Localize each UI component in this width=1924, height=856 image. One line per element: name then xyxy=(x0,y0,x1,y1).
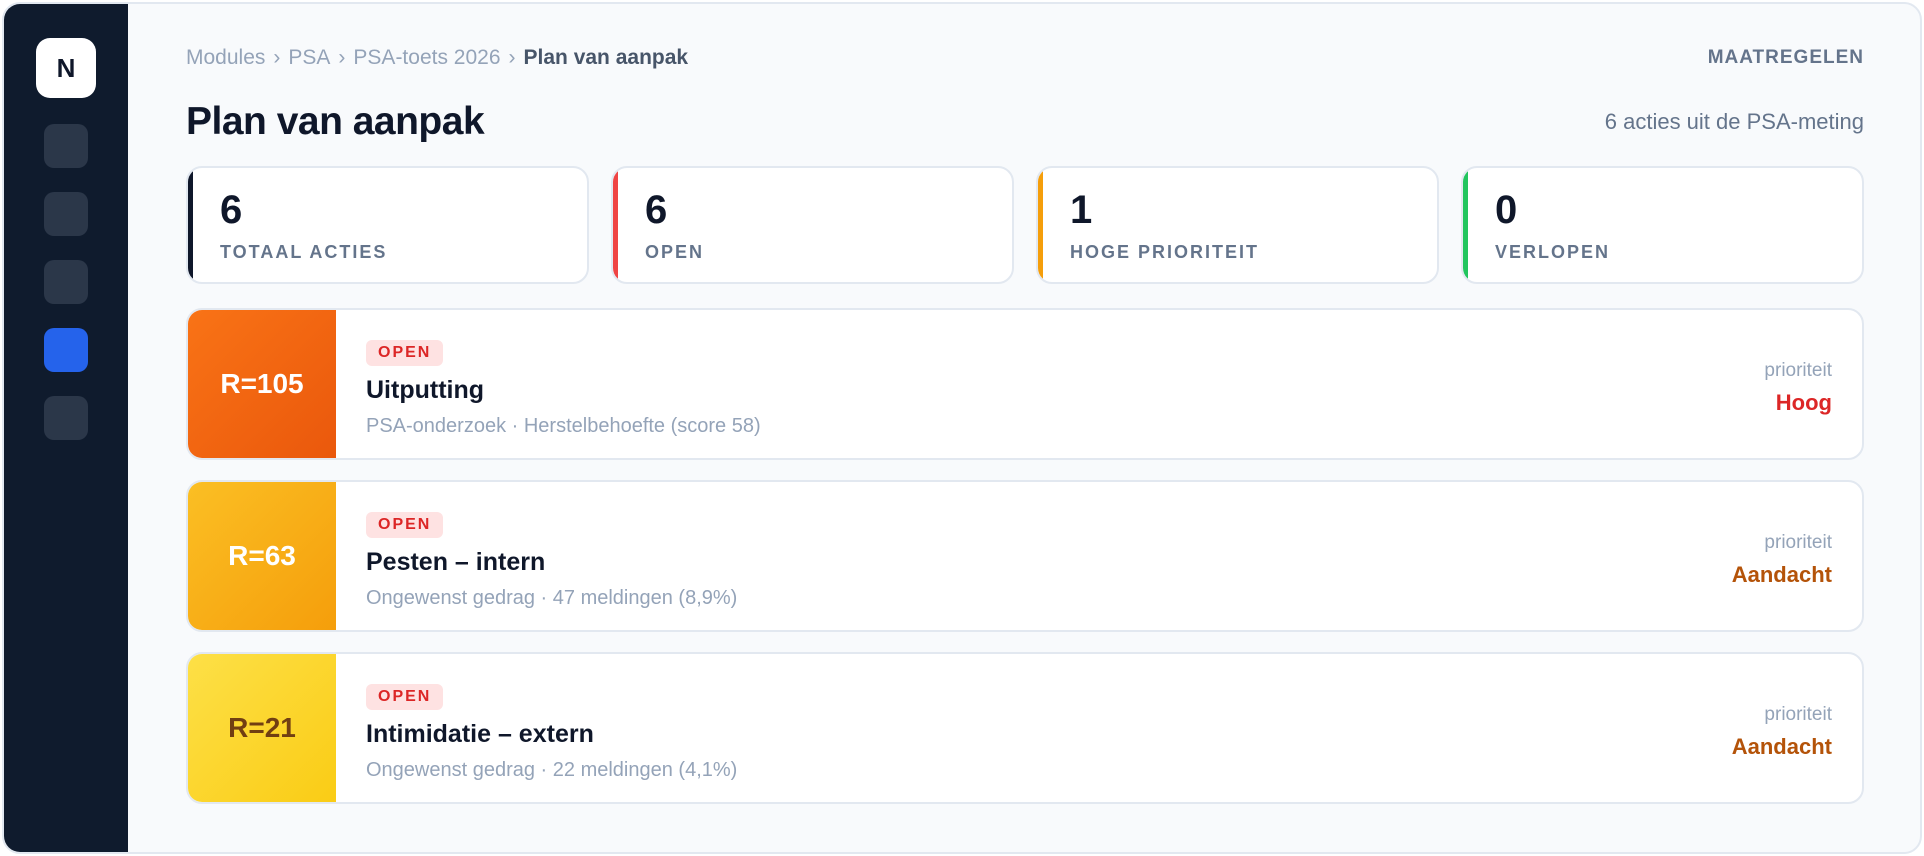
main-content: Modules › PSA › PSA-toets 2026 › Plan van aanp… xyxy=(128,4,1920,852)
sidebar-item-4[interactable] xyxy=(44,328,88,372)
topbar: Modules › PSA › PSA-toets 2026 › Plan van aanp… xyxy=(186,44,1864,72)
priority-label: prioriteit xyxy=(1764,704,1832,725)
action-meta: PSA-onderzoek · Herstelbehoefte (score 5… xyxy=(366,415,761,437)
action-body: OPEN Uitputting PSA-onderzoek · Herstelbeh… xyxy=(336,310,1642,458)
stat-card: 6 TOTAAL ACTIES xyxy=(186,166,589,284)
stat-accent-bar xyxy=(1463,168,1468,282)
action-body: OPEN Intimidatie – extern Ongewenst gedrag… xyxy=(336,654,1642,802)
page-title: Plan van aanpak xyxy=(186,100,485,143)
breadcrumb-link[interactable]: PSA-toets 2026 xyxy=(353,46,500,70)
stat-value: 6 xyxy=(220,188,243,232)
action-list: R=105 OPEN Uitputting PSA-onderzoek · Herst… xyxy=(186,308,1864,804)
risk-score-tile: R=105 xyxy=(188,310,336,458)
breadcrumb-link[interactable]: PSA xyxy=(288,46,330,70)
priority-label: prioriteit xyxy=(1764,360,1832,381)
stat-accent-bar xyxy=(613,168,618,282)
app-window: N Modules › PSA › PSA-toets 2026 › Plan van aa… xyxy=(2,2,1922,854)
breadcrumb-link[interactable]: Modules xyxy=(186,46,265,70)
action-meta: Ongewenst gedrag · 22 meldingen (4,1%) xyxy=(366,759,738,781)
action-body: OPEN Pesten – intern Ongewenst gedrag · 47… xyxy=(336,482,1642,630)
priority-value: Aandacht xyxy=(1731,734,1832,759)
sidebar: N xyxy=(4,4,128,852)
breadcrumb-separator: › xyxy=(508,46,516,69)
stat-card: 1 HOGE PRIORITEIT xyxy=(1036,166,1439,284)
action-item[interactable]: R=21 OPEN Intimidatie – extern Ongewenst ge… xyxy=(186,652,1864,804)
stat-label: TOTAAL ACTIES xyxy=(220,242,388,262)
action-title: Uitputting xyxy=(366,376,485,404)
action-item[interactable]: R=63 OPEN Pesten – intern Ongewenst gedrag … xyxy=(186,480,1864,632)
action-title: Pesten – intern xyxy=(366,548,546,576)
stat-label: HOGE PRIORITEIT xyxy=(1070,242,1260,262)
action-priority: prioriteit Hoog xyxy=(1642,310,1862,458)
page-subtitle: 6 acties uit de PSA-meting xyxy=(1604,109,1864,134)
priority-value: Aandacht xyxy=(1731,562,1832,587)
risk-score-tile: R=21 xyxy=(188,654,336,802)
stat-value: 6 xyxy=(645,188,668,232)
app-logo[interactable]: N xyxy=(36,38,96,98)
stat-card: 6 OPEN xyxy=(611,166,1014,284)
status-badge: OPEN xyxy=(366,512,444,538)
sidebar-item-3[interactable] xyxy=(44,260,88,304)
stat-label: VERLOPEN xyxy=(1495,242,1611,262)
action-priority: prioriteit Aandacht xyxy=(1642,654,1862,802)
breadcrumb-current: Plan van aanpak xyxy=(523,46,689,69)
stats-row: 6 TOTAAL ACTIES 6 OPEN 1 HOGE PRIORITEIT 0 VERL… xyxy=(186,166,1864,284)
breadcrumb: Modules › PSA › PSA-toets 2026 › Plan van aanp… xyxy=(186,46,688,70)
priority-value: Hoog xyxy=(1775,390,1832,415)
stat-accent-bar xyxy=(1038,168,1043,282)
stat-card: 0 VERLOPEN xyxy=(1461,166,1864,284)
breadcrumb-separator: › xyxy=(273,46,281,69)
sidebar-item-1[interactable] xyxy=(44,124,88,168)
stat-value: 1 xyxy=(1070,188,1093,232)
priority-label: prioriteit xyxy=(1764,532,1832,553)
action-meta: Ongewenst gedrag · 47 meldingen (8,9%) xyxy=(366,587,738,609)
sidebar-item-2[interactable] xyxy=(44,192,88,236)
sidebar-item-5[interactable] xyxy=(44,396,88,440)
action-title: Intimidatie – extern xyxy=(366,720,594,748)
stat-label: OPEN xyxy=(645,242,705,262)
action-item[interactable]: R=105 OPEN Uitputting PSA-onderzoek · Herst… xyxy=(186,308,1864,460)
breadcrumb-separator: › xyxy=(338,46,346,69)
stat-value: 0 xyxy=(1495,188,1518,232)
status-badge: OPEN xyxy=(366,340,444,366)
action-priority: prioriteit Aandacht xyxy=(1642,482,1862,630)
title-row: Plan van aanpak 6 acties uit de PSA-meti… xyxy=(186,98,1864,146)
risk-score-tile: R=63 xyxy=(188,482,336,630)
status-badge: OPEN xyxy=(366,684,444,710)
sidebar-nav xyxy=(44,124,88,440)
module-tag: MAATREGELEN xyxy=(1707,47,1864,68)
stat-accent-bar xyxy=(188,168,193,282)
